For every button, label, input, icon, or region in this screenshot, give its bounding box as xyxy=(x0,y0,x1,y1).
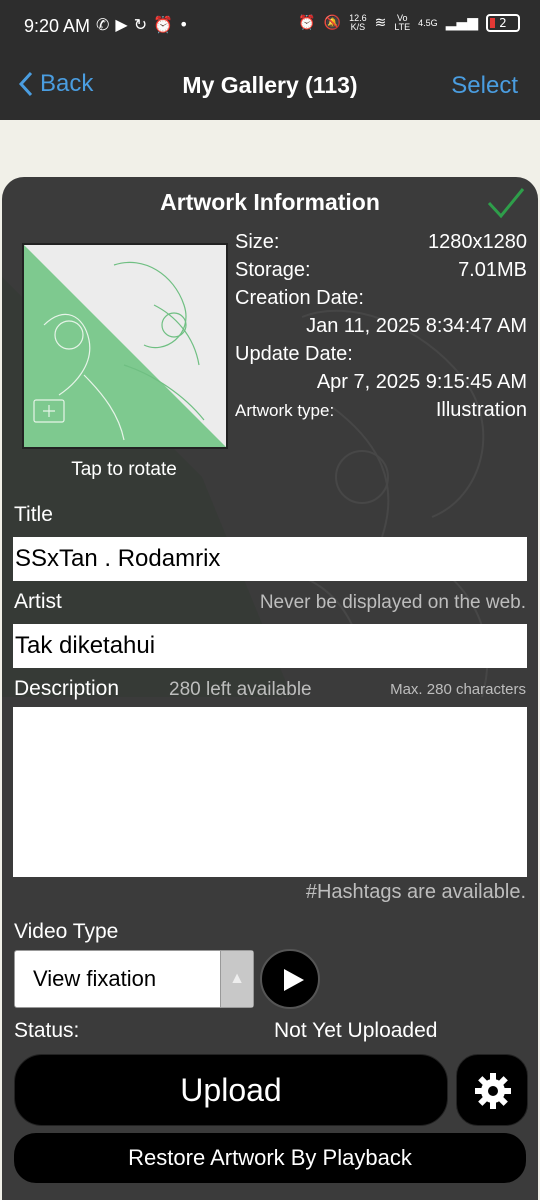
update-date-label: Update Date: xyxy=(235,343,353,365)
size-label: Size: xyxy=(235,231,280,253)
artist-hint: Never be displayed on the web. xyxy=(259,592,526,613)
alarm-icon: ⏰ xyxy=(298,15,316,31)
hashtags-hint: #Hashtags are available. xyxy=(305,881,526,903)
size-value: 1280x1280 xyxy=(428,231,527,253)
whatsapp-icon: ✆ xyxy=(96,15,116,34)
notification-icons: ✆▶↻⏰• xyxy=(96,15,194,34)
nav-bar: Back My Gallery (113) Select xyxy=(0,56,540,120)
battery-icon: 2 xyxy=(486,14,520,32)
artwork-thumbnail[interactable] xyxy=(22,243,228,449)
storage-label: Storage: xyxy=(235,259,311,281)
title-input[interactable]: SSxTan . Rodamrix xyxy=(13,537,527,581)
storage-value: 7.01MB xyxy=(458,259,527,281)
creation-date-value: Jan 11, 2025 8:34:47 AM xyxy=(306,315,527,337)
checkmark-icon[interactable] xyxy=(486,185,526,221)
alarm-icon: ⏰ xyxy=(153,15,180,34)
system-icons: ⏰ 🔕 12.6 K/S ≋ Vo LTE 4.5G ▂▄▆ 2 xyxy=(298,14,520,32)
network-speed: 12.6 K/S xyxy=(349,14,367,32)
youtube-icon: ▶ xyxy=(115,15,134,34)
video-type-select[interactable]: View fixation ▲ xyxy=(14,950,254,1008)
description-max: Max. 280 characters xyxy=(390,681,526,698)
restore-artwork-button[interactable]: Restore Artwork By Playback xyxy=(14,1133,526,1183)
video-type-label: Video Type xyxy=(14,920,119,943)
artwork-info-panel: Artwork Information Tap to rotate Size: xyxy=(2,177,538,1200)
volte-bottom: LTE xyxy=(394,22,411,32)
status-label: Status: xyxy=(14,1019,80,1042)
status-value: Not Yet Uploaded xyxy=(274,1019,438,1042)
creation-date-label: Creation Date: xyxy=(235,287,364,309)
update-date-value: Apr 7, 2025 9:15:45 AM xyxy=(316,371,527,393)
speed-unit: K/S xyxy=(350,22,366,32)
wifi-icon: ≋ xyxy=(374,15,387,31)
size-row: Size: 1280x1280 xyxy=(235,231,527,254)
tap-to-rotate-label: Tap to rotate xyxy=(71,459,177,480)
description-input[interactable] xyxy=(13,707,527,877)
artwork-type-value: Illustration xyxy=(435,399,527,421)
network-type: 4.5G xyxy=(418,17,438,28)
title-label: Title xyxy=(14,503,53,526)
artist-label: Artist xyxy=(14,590,62,613)
gear-icon xyxy=(475,1073,511,1109)
artwork-image xyxy=(24,245,226,447)
storage-row: Storage: 7.01MB xyxy=(235,259,527,282)
select-button[interactable]: Select xyxy=(451,72,518,100)
artwork-type-row: Artwork type: Illustration xyxy=(235,399,527,422)
status-time: 9:20 AM xyxy=(24,16,91,36)
volte-indicator: Vo LTE xyxy=(394,14,410,32)
signal-icon: ▂▄▆ xyxy=(445,15,478,31)
artist-input[interactable]: Tak diketahui xyxy=(13,624,527,668)
description-remaining: 280 left available xyxy=(169,679,312,700)
video-type-value: View fixation xyxy=(33,966,157,991)
description-label: Description xyxy=(14,677,120,700)
settings-button[interactable] xyxy=(456,1054,528,1126)
artwork-type-label: Artwork type: xyxy=(235,401,335,420)
status-bar: 9:20 AM ✆▶↻⏰• ⏰ 🔕 12.6 K/S ≋ Vo LTE 4.5G ▂… xyxy=(0,0,540,56)
panel-title: Artwork Information xyxy=(160,189,380,215)
chevron-up-icon[interactable]: ▲ xyxy=(220,951,253,1007)
dot-icon: • xyxy=(179,15,195,34)
sync-icon: ↻ xyxy=(133,15,154,34)
play-button[interactable] xyxy=(260,949,320,1009)
upload-button[interactable]: Upload xyxy=(14,1054,448,1126)
mute-icon: 🔕 xyxy=(323,15,342,31)
